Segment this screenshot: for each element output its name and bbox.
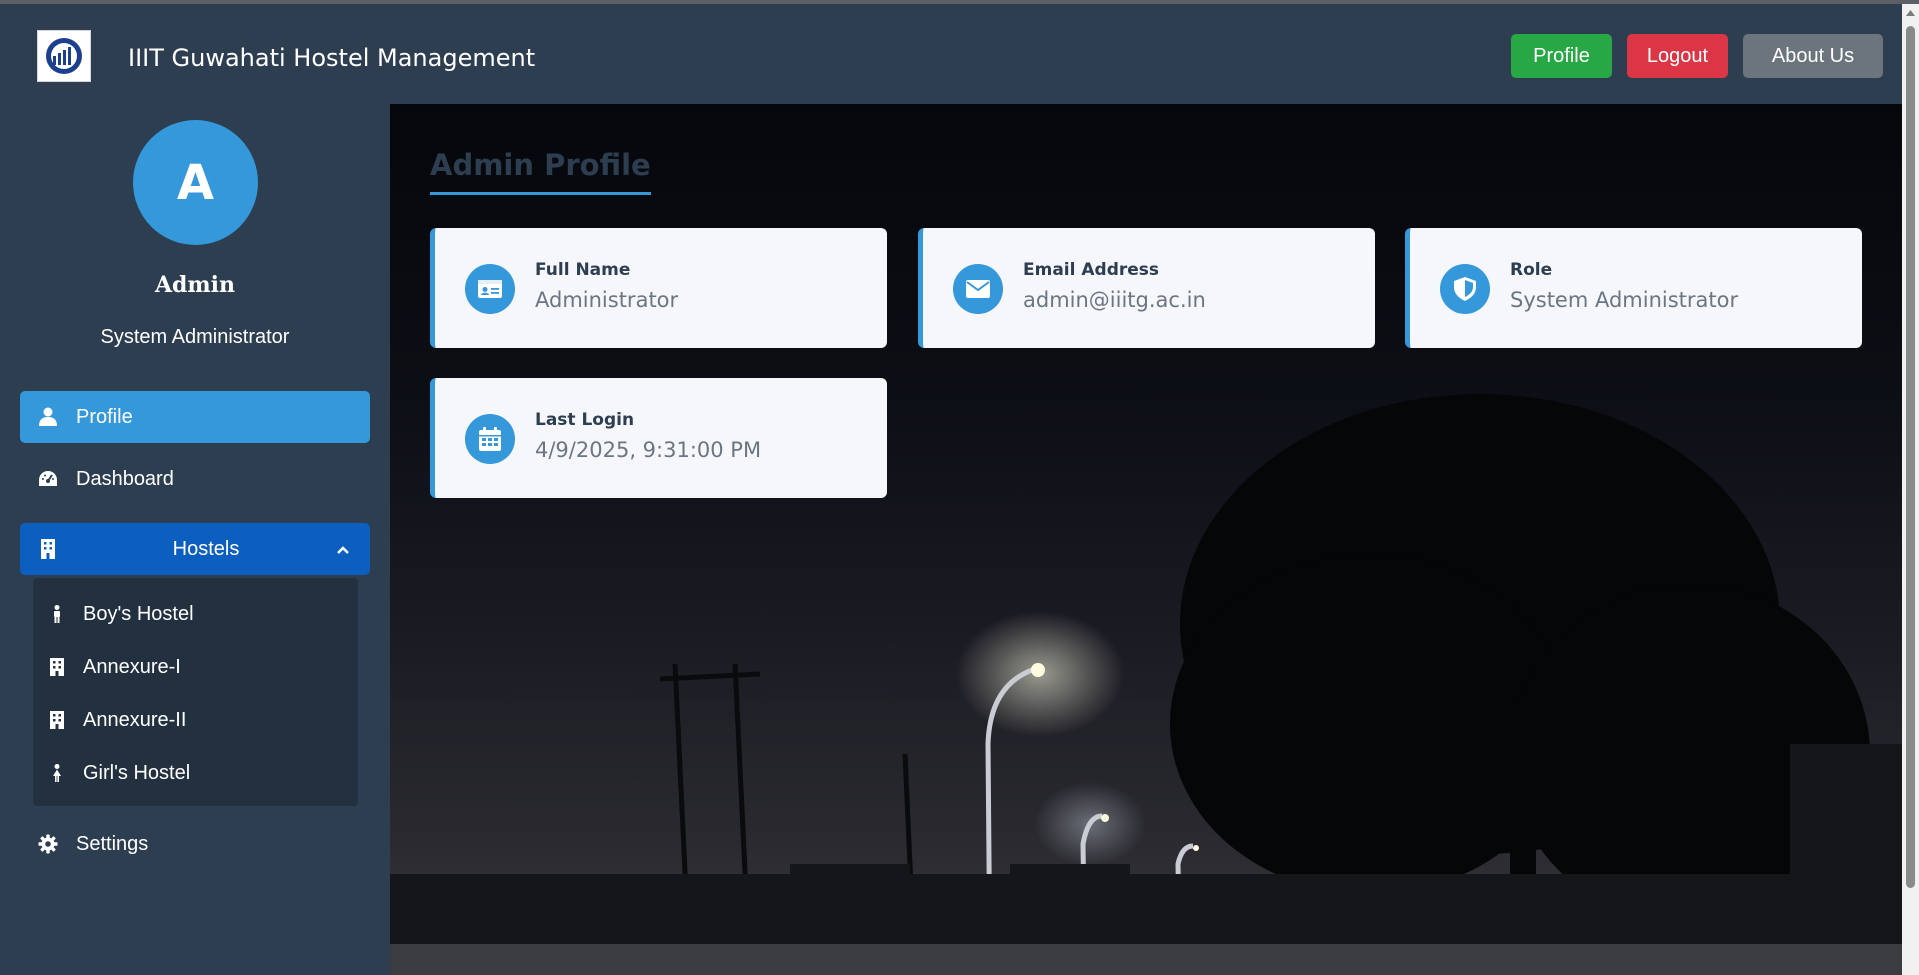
sidebar-item-label: Dashboard [76, 467, 174, 490]
id-card-icon [465, 264, 515, 314]
sidebar-item-label: Profile [76, 405, 133, 428]
tachometer-icon [38, 469, 58, 489]
building-icon [49, 711, 65, 729]
sidebar-item-dashboard[interactable]: Dashboard [20, 453, 370, 505]
building-icon [38, 539, 58, 559]
user-icon [38, 407, 58, 427]
card-value: System Administrator [1510, 288, 1739, 312]
sidebar-item-label: Boy's Hostel [83, 602, 194, 625]
hostels-submenu: Boy's Hostel Annexure-I Annexure-II Girl… [33, 578, 358, 806]
admin-role: System Administrator [100, 326, 290, 348]
top-navbar: IIIT Guwahati Hostel Management Profile … [0, 4, 1902, 104]
shield-icon [1440, 264, 1490, 314]
card-label: Last Login [535, 410, 635, 430]
email-card: Email Address admin@iiitg.ac.in [918, 228, 1375, 348]
sidebar-item-boys-hostel[interactable]: Boy's Hostel [33, 594, 358, 634]
sidebar-item-settings[interactable]: Settings [20, 818, 370, 870]
card-value: admin@iiitg.ac.in [1023, 288, 1206, 312]
card-value: 4/9/2025, 9:31:00 PM [535, 438, 762, 462]
role-card: Role System Administrator [1405, 228, 1862, 348]
sidebar-item-label: Hostels [172, 537, 240, 560]
admin-name: Admin [154, 272, 236, 298]
calendar-icon [465, 414, 515, 464]
iiitg-logo[interactable] [37, 30, 91, 82]
envelope-icon [953, 264, 1003, 314]
sidebar-item-label: Annexure-I [83, 655, 181, 678]
profile-button[interactable]: Profile [1511, 34, 1612, 78]
full-name-card: Full Name Administrator [430, 228, 887, 348]
chevron-up-icon[interactable] [336, 538, 350, 561]
male-icon [49, 605, 65, 623]
card-label: Role [1510, 260, 1553, 280]
card-value: Administrator [535, 288, 679, 312]
page-title: Admin Profile [430, 148, 651, 195]
sidebar-item-label: Annexure-II [83, 708, 187, 731]
sidebar-item-annexure-i[interactable]: Annexure-I [33, 647, 358, 687]
sidebar-item-label: Settings [76, 832, 149, 855]
sidebar: A Admin System Administrator Profile Das… [0, 104, 390, 975]
sidebar-item-annexure-ii[interactable]: Annexure-II [33, 700, 358, 740]
avatar: A [133, 120, 258, 245]
last-login-card: Last Login 4/9/2025, 9:31:00 PM [430, 378, 887, 498]
app-title: IIIT Guwahati Hostel Management [128, 44, 536, 72]
scroll-up-arrow-icon[interactable] [1902, 4, 1919, 21]
scrollbar-thumb[interactable] [1906, 26, 1915, 888]
main-content: Admin Profile Full Name Administrator Em… [390, 104, 1902, 975]
sidebar-item-label: Girl's Hostel [83, 761, 191, 784]
building-icon [49, 658, 65, 676]
about-us-button[interactable]: About Us [1743, 34, 1883, 78]
gear-icon [38, 834, 58, 854]
page-scrollbar[interactable] [1902, 4, 1919, 975]
sidebar-item-hostels[interactable]: Hostels [20, 523, 370, 575]
card-label: Email Address [1023, 260, 1160, 280]
sidebar-item-profile[interactable]: Profile [20, 391, 370, 443]
female-icon [49, 764, 65, 782]
sidebar-item-girls-hostel[interactable]: Girl's Hostel [33, 753, 358, 793]
card-label: Full Name [535, 260, 631, 280]
logout-button[interactable]: Logout [1627, 34, 1728, 78]
